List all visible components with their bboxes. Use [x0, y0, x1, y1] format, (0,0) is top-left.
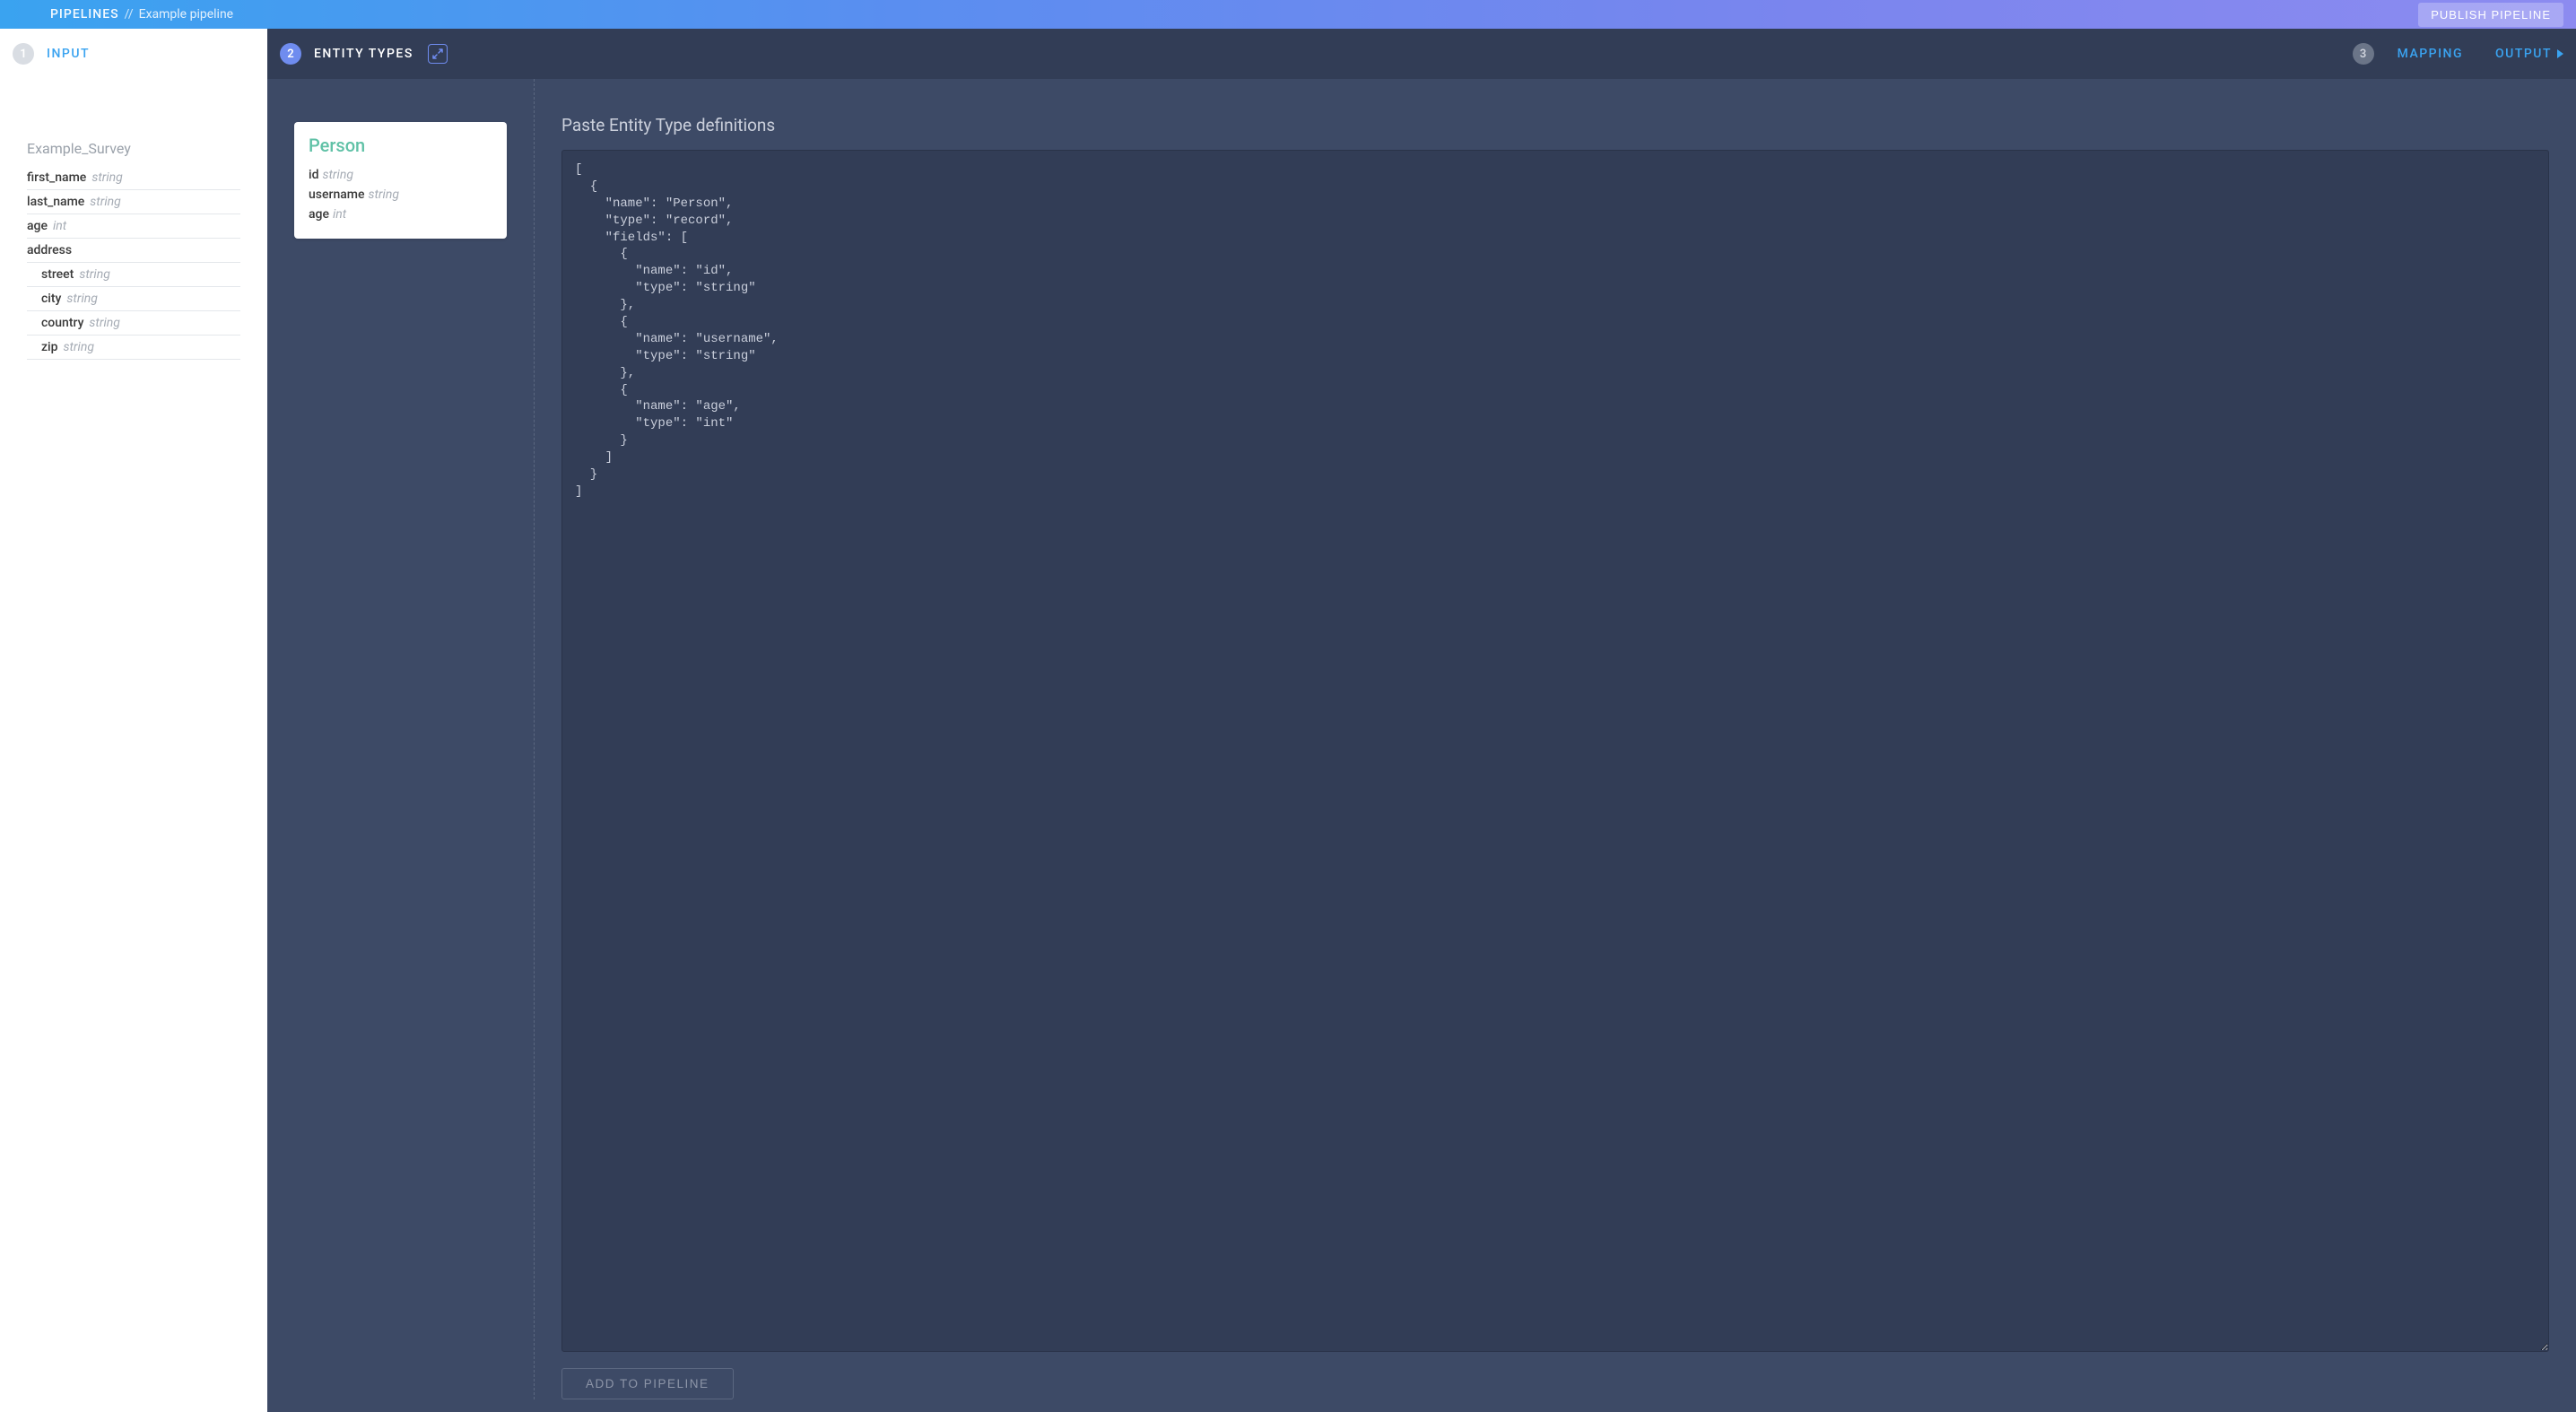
entity-field: ageint [309, 205, 492, 224]
schema-field: zip string [27, 336, 240, 360]
schema-field: city string [27, 287, 240, 311]
step-mapping-label[interactable]: MAPPING [2398, 47, 2463, 61]
step-mapping-badge: 3 [2353, 43, 2374, 65]
entity-card-column: Person id string username string ageint [267, 79, 535, 1399]
schema-field: first_name string [27, 166, 240, 190]
schema-field: street string [27, 263, 240, 287]
schema-field-type: string [79, 267, 109, 282]
step-input-header[interactable]: 1 INPUT [0, 29, 267, 79]
add-to-pipeline-button[interactable]: ADD TO PIPELINE [561, 1368, 734, 1399]
entity-field: id string [309, 165, 492, 185]
schema-field-type: int [53, 219, 66, 233]
schema-field: last_name string [27, 190, 240, 214]
schema-field: ageint [27, 214, 240, 239]
step-input-badge: 1 [13, 43, 34, 65]
entity-field-type: int [333, 207, 346, 222]
schema-field-name: country [41, 316, 83, 330]
entity-card-name: Person [309, 135, 492, 156]
entity-field-type: string [368, 187, 398, 202]
entity-field-name: id [309, 168, 318, 182]
publish-pipeline-button[interactable]: PUBLISH PIPELINE [2418, 3, 2563, 27]
schema-field-type: string [90, 195, 120, 209]
breadcrumb-sep: // [125, 7, 134, 22]
breadcrumb-root[interactable]: PIPELINES [50, 7, 119, 22]
entity-definitions-title: Paste Entity Type definitions [561, 115, 2549, 135]
breadcrumb-current: Example pipeline [139, 7, 233, 22]
step-input-label: INPUT [47, 47, 90, 61]
input-schema: Example_Survey first_namestringlast_name… [0, 79, 267, 360]
entity-field-type: string [322, 168, 352, 182]
entity-field-name: username [309, 187, 364, 202]
step-entity-types-header: 2 ENTITY TYPES 3 MAPPING OUTPUT [267, 29, 2576, 79]
step-output-label: OUTPUT [2495, 47, 2552, 61]
schema-field-type: string [91, 170, 122, 185]
chevron-right-icon [2557, 49, 2563, 58]
schema-field-name: city [41, 292, 61, 306]
top-bar: PIPELINES // Example pipeline PUBLISH PI… [0, 0, 2576, 29]
entity-field: username string [309, 185, 492, 205]
entity-definitions-column: Paste Entity Type definitions ADD TO PIP… [535, 79, 2576, 1399]
step-output-link[interactable]: OUTPUT [2495, 47, 2563, 61]
input-schema-title: Example_Survey [27, 140, 240, 157]
schema-field-name: last_name [27, 195, 84, 209]
entity-field-name: age [309, 207, 329, 222]
entity-definitions-textarea[interactable] [561, 150, 2549, 1352]
input-panel: 1 INPUT Example_Survey first_namestringl… [0, 29, 267, 1412]
schema-field: address [27, 239, 240, 263]
step-entity-types-label: ENTITY TYPES [314, 47, 413, 61]
schema-field-type: string [66, 292, 97, 306]
entity-types-panel: 2 ENTITY TYPES 3 MAPPING OUTPUT Person i… [267, 29, 2576, 1412]
schema-field-name: first_name [27, 170, 86, 185]
schema-field-type: string [63, 340, 93, 354]
schema-field: country string [27, 311, 240, 336]
schema-field-name: address [27, 243, 72, 257]
schema-field-type: string [89, 316, 119, 330]
expand-icon[interactable] [428, 44, 448, 64]
schema-field-name: age [27, 219, 48, 233]
entity-card[interactable]: Person id string username string ageint [294, 122, 507, 239]
step-entity-types-badge: 2 [280, 43, 301, 65]
schema-field-name: zip [41, 340, 57, 354]
schema-field-name: street [41, 267, 74, 282]
